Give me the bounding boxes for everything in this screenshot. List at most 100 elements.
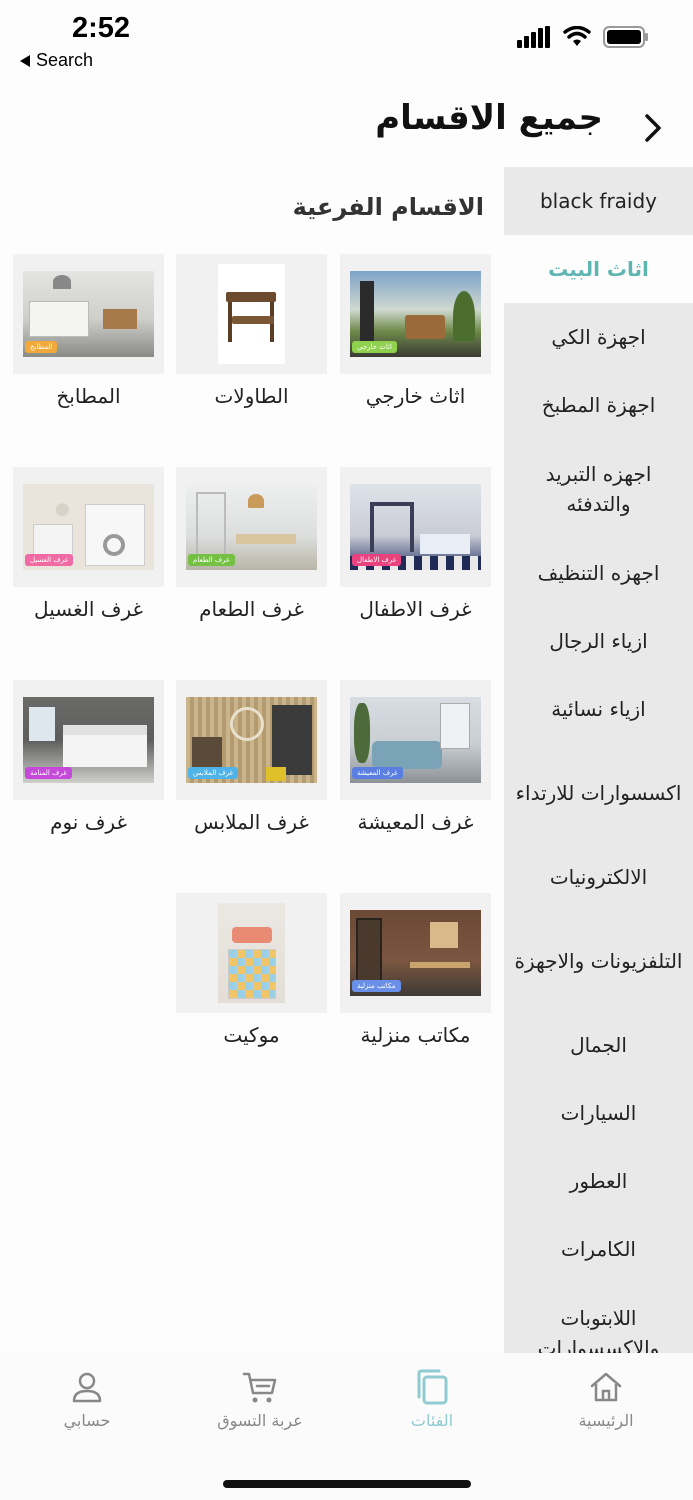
subcategory-label: مكاتب منزلية [360,1023,471,1047]
nav-categories-label: الفئات [410,1411,454,1430]
subcategory-tag: مكاتب منزلية [352,980,401,992]
sidebar-item-label: الالكترونيات [549,865,648,889]
subcategory-label: غرف الاطفال [359,597,472,621]
sidebar-item-cooling-heating[interactable]: اجهزه التبريد والتدفئه [504,439,693,539]
sidebar-item-cars[interactable]: السيارات [504,1079,693,1147]
cellular-signal-icon [517,26,550,48]
nav-profile-label: حسابي [63,1411,111,1430]
subcategory-card[interactable]: غرف الطعام غرف الطعام [176,467,327,621]
sidebar-item-label: black fraidy [539,189,658,213]
nav-categories[interactable]: الفئات [362,1367,502,1430]
subcategory-image: اثاث خارجي [340,254,491,374]
nav-home[interactable]: الرئيسية [536,1367,676,1430]
sidebar-item-wearable-accessories[interactable]: اكسسوارات للارتداء [504,743,693,843]
subcategory-card[interactable]: مكاتب منزلية مكاتب منزلية [340,893,491,1047]
sidebar-item-cameras[interactable]: الكامرات [504,1215,693,1283]
sidebar-item-tvs-devices[interactable]: التلفزيونات والاجهزة [504,911,693,1011]
subcategory-image [176,893,327,1013]
category-sidebar[interactable]: black fraidy اثاث البيت اجهزة الكي اجهزة… [504,167,693,1353]
sidebar-item-mens-fashion[interactable]: ازياء الرجال [504,607,693,675]
subcategory-tag: غرف الطعام [188,554,235,566]
subcategory-tag: غرف المعيشة [352,767,403,779]
sidebar-item-beauty[interactable]: الجمال [504,1011,693,1079]
subcategory-tag: اثاث خارجي [352,341,397,353]
sidebar-item-label: ازياء الرجال [549,629,648,653]
subcategory-image: غرف الغسيل [13,467,164,587]
subcategory-image [176,254,327,374]
subcategory-label: غرف الطعام [199,597,304,621]
sidebar-item-label: ازياء نسائية [551,697,646,721]
subcategory-label: غرف الغسيل [34,597,143,621]
sidebar-item-label: اللابتوبات والاكسسوارات [537,1306,660,1353]
back-to-search-button[interactable]: Search [20,50,93,71]
sidebar-item-label: الجمال [570,1033,627,1057]
home-icon [590,1372,622,1402]
subcategory-card[interactable]: اثاث خارجي اثاث خارجي [340,254,491,408]
subcategory-image: غرف الطعام [176,467,327,587]
subcategory-tag: غرف الاطفال [352,554,402,566]
sidebar-item-label: اجهزة الكي [551,325,646,349]
status-bar: 2:52 Search [0,0,693,80]
subcategory-card[interactable]: غرف المنامة غرف نوم [13,680,164,834]
sidebar-item-label: الكامرات [561,1237,636,1261]
sidebar-item-home-furniture[interactable]: اثاث البيت [504,235,693,303]
nav-cart[interactable]: عربة التسوق [190,1367,330,1430]
sidebar-item-kitchen-appliances[interactable]: اجهزة المطبخ [504,371,693,439]
subcategory-label: اثاث خارجي [365,384,466,408]
sidebar-item-label: العطور [569,1169,628,1193]
sidebar-item-label: اثاث البيت [548,257,649,281]
back-triangle-icon [20,54,30,67]
subcategory-tag: غرف المنامة [25,767,72,779]
subcategory-image: غرف الملابس [176,680,327,800]
page-title: جميع الاقسام [375,98,603,138]
chevron-right-icon[interactable] [641,112,665,144]
subcategory-image: مكاتب منزلية [340,893,491,1013]
subcategory-card[interactable]: غرف الغسيل غرف الغسيل [13,467,164,621]
sidebar-item-label: التلفزيونات والاجهزة [514,949,683,973]
subcategory-label: موكيت [223,1023,280,1047]
sidebar-item-perfumes[interactable]: العطور [504,1147,693,1215]
back-to-search-label: Search [36,50,94,70]
sidebar-item-black-friday[interactable]: black fraidy [504,167,693,235]
sidebar-item-label: اجهزه التنظيف [537,561,660,585]
nav-cart-label: عربة التسوق [217,1411,303,1430]
sidebar-item-electronics[interactable]: الالكترونيات [504,843,693,911]
subcategory-card[interactable]: موكيت [176,893,327,1047]
subcategory-tag: غرف الملابس [188,767,239,779]
subcategory-card[interactable]: غرف الاطفال غرف الاطفال [340,467,491,621]
sidebar-item-laptops[interactable]: اللابتوبات والاكسسوارات [504,1283,693,1353]
sidebar-item-label: اكسسوارات للارتداء [515,781,682,805]
subcategory-image: غرف المعيشة [340,680,491,800]
subcategory-card[interactable]: الطاولات [176,254,327,408]
subcategory-label: غرف نوم [50,810,127,834]
subcategory-label: المطابخ [56,384,121,408]
wifi-icon [563,26,591,46]
sidebar-item-womens-fashion[interactable]: ازياء نسائية [504,675,693,743]
subcategory-image: غرف الاطفال [340,467,491,587]
home-indicator [223,1480,471,1488]
status-icons [517,26,649,48]
profile-icon [72,1372,102,1403]
subcategory-tag: غرف الغسيل [25,554,74,566]
sidebar-item-cleaning[interactable]: اجهزه التنظيف [504,539,693,607]
nav-profile[interactable]: حسابي [17,1367,157,1430]
cart-icon [242,1372,277,1403]
subcategory-card[interactable]: المطابخ المطابخ [13,254,164,408]
categories-icon [417,1369,448,1405]
sidebar-item-label: اجهزة المطبخ [541,393,656,417]
sidebar-item-irons[interactable]: اجهزة الكي [504,303,693,371]
subcategory-label: الطاولات [214,384,289,408]
sidebar-item-label: اجهزه التبريد والتدفئه [545,462,652,516]
subcategory-image: المطابخ [13,254,164,374]
subcategory-tag: المطابخ [25,341,58,353]
subcategory-card[interactable]: غرف الملابس غرف الملابس [176,680,327,834]
status-time: 2:52 [72,12,131,44]
header: جميع الاقسام [0,90,693,160]
subcategory-image: غرف المنامة [13,680,164,800]
subcategory-label: غرف الملابس [194,810,309,834]
nav-home-label: الرئيسية [578,1411,634,1430]
sidebar-item-label: السيارات [560,1101,637,1125]
battery-icon [603,26,648,48]
subcategory-label: غرف المعيشة [357,810,474,834]
subcategory-card[interactable]: غرف المعيشة غرف المعيشة [340,680,491,834]
